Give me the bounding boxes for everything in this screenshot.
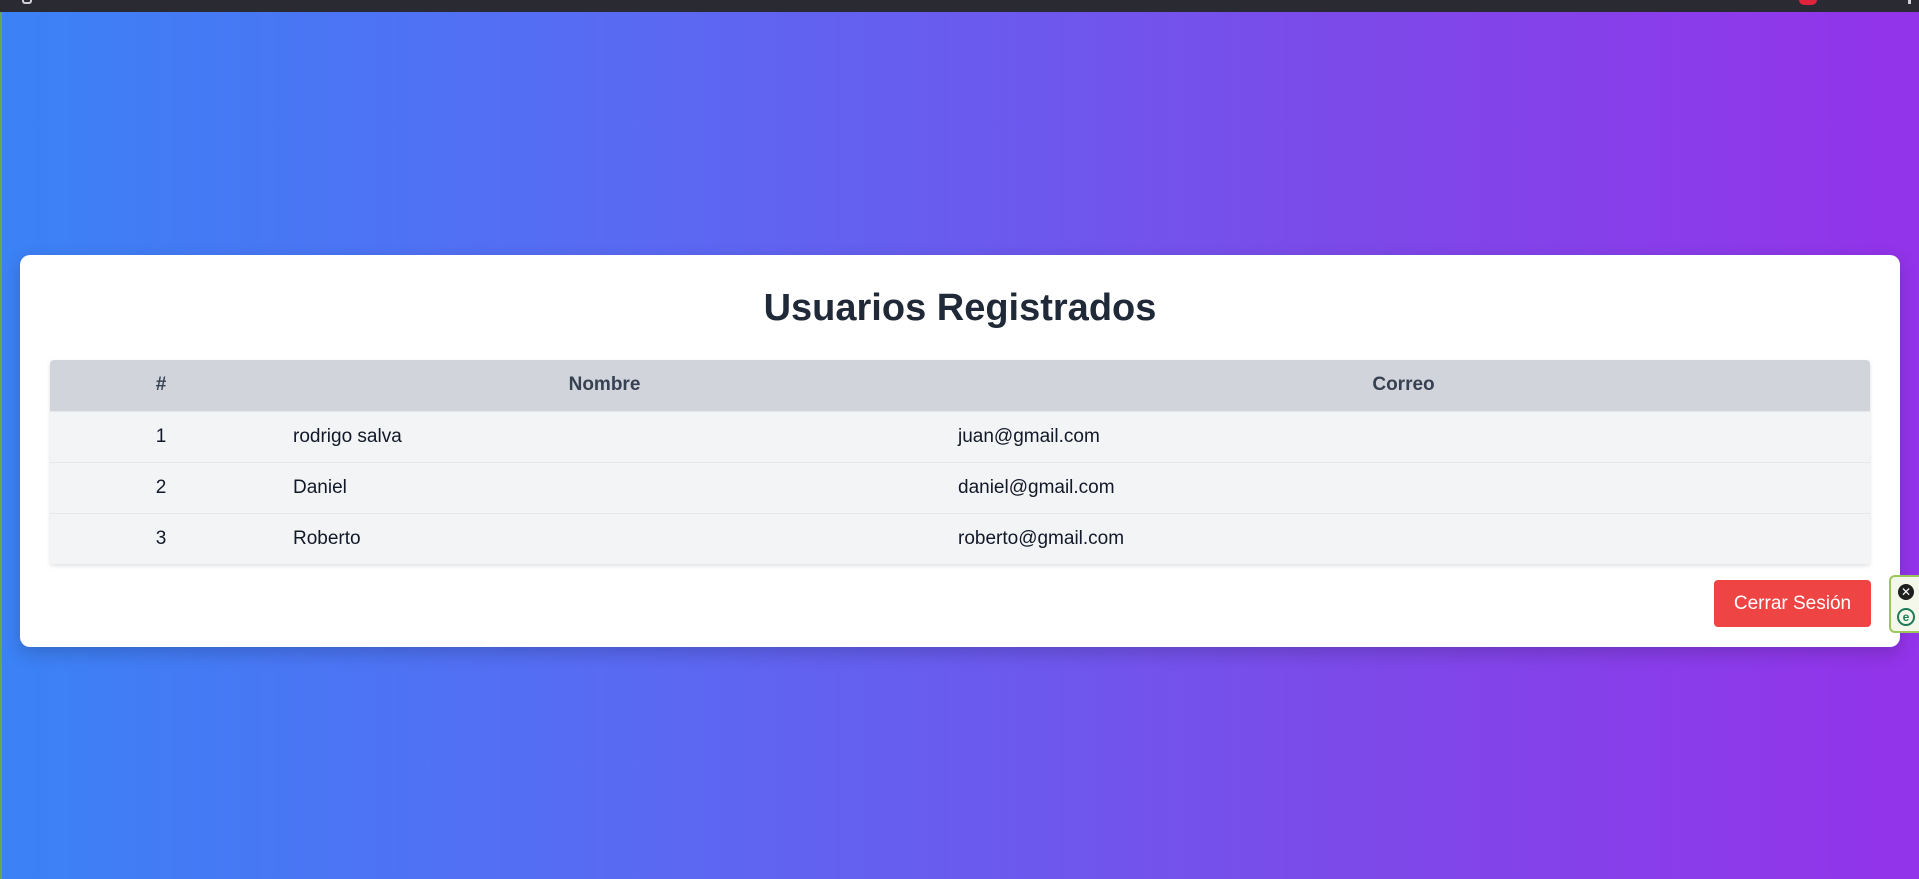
- page-title: Usuarios Registrados: [763, 287, 1157, 329]
- extension-panel: ✕ e: [1889, 575, 1919, 633]
- header-number: #: [155, 374, 167, 396]
- menu-icon[interactable]: [1908, 0, 1911, 4]
- table-row: 1 rodrigo salva juan@gmail.com: [50, 411, 1870, 462]
- extension-logo-icon[interactable]: e: [1897, 608, 1915, 626]
- cell-number: 1: [155, 425, 167, 447]
- browser-top-bar: [0, 0, 1919, 12]
- cell-name: Daniel: [293, 476, 347, 498]
- table-row: 2 Daniel daniel@gmail.com: [50, 462, 1870, 513]
- window-edge: [0, 12, 2, 879]
- header-email: Correo: [1372, 374, 1435, 396]
- notification-icon[interactable]: [1799, 0, 1817, 5]
- header-name: Nombre: [568, 374, 641, 396]
- close-circle-icon[interactable]: ✕: [1898, 584, 1914, 600]
- users-card: Usuarios Registrados # Nombre Correo 1 r…: [20, 255, 1900, 647]
- cell-name: rodrigo salva: [293, 425, 402, 447]
- logout-button[interactable]: Cerrar Sesión: [1714, 580, 1871, 627]
- cell-email: roberto@gmail.com: [958, 527, 1125, 549]
- cell-email: daniel@gmail.com: [958, 476, 1115, 498]
- table-header-row: # Nombre Correo: [50, 360, 1870, 411]
- cell-email: juan@gmail.com: [958, 425, 1100, 447]
- users-table-container: # Nombre Correo 1 rodrigo salva juan@gma…: [50, 360, 1870, 564]
- users-table: # Nombre Correo 1 rodrigo salva juan@gma…: [50, 360, 1870, 564]
- cell-name: Roberto: [293, 527, 361, 549]
- window-icon: [22, 0, 32, 4]
- cell-number: 2: [155, 476, 167, 498]
- cell-number: 3: [155, 527, 167, 549]
- table-row: 3 Roberto roberto@gmail.com: [50, 513, 1870, 564]
